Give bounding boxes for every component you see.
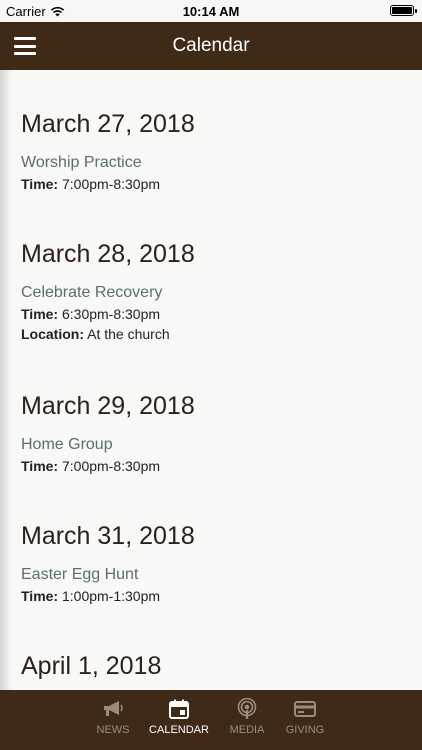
tab-label: CALENDAR: [149, 724, 209, 736]
status-time: 10:14 AM: [182, 4, 240, 19]
podcast-icon: [237, 698, 257, 719]
nav-bar: Calendar: [0, 22, 422, 70]
day-date: March 28, 2018: [21, 240, 195, 268]
event-title[interactable]: Worship Practice: [21, 154, 195, 172]
tab-bar: NEWS CALENDAR MEDIA GIVING: [0, 690, 422, 750]
event-time: Time: 7:00pm-8:30pm: [21, 458, 161, 474]
event-time: Time: 1:00pm-1:30pm: [21, 588, 161, 604]
tab-label: MEDIA: [229, 724, 265, 736]
event-title[interactable]: Home Group: [21, 436, 195, 454]
event-time: Time: 7:00pm-8:30pm: [21, 176, 161, 192]
calendar-list[interactable]: March 27, 2018 Worship Practice Time: 7:…: [0, 70, 422, 690]
event-title[interactable]: Easter Egg Hunt: [21, 566, 195, 584]
event-title[interactable]: Celebrate Recovery: [21, 284, 195, 302]
day-group: April 1, 2018: [21, 652, 161, 681]
day-group: March 29, 2018 Home Group Time: 7:00pm-8…: [21, 392, 195, 474]
day-date: March 31, 2018: [21, 522, 195, 550]
battery-icon: [390, 5, 417, 16]
tab-giving[interactable]: GIVING: [270, 698, 340, 736]
day-date: April 1, 2018: [21, 652, 162, 680]
calendar-icon: [169, 699, 189, 719]
day-group: March 31, 2018 Easter Egg Hunt Time: 1:0…: [21, 522, 195, 604]
status-bar: Carrier 10:14 AM: [0, 0, 422, 22]
credit-card-icon: [294, 701, 316, 717]
tab-calendar[interactable]: CALENDAR: [144, 698, 214, 736]
tab-label: NEWS: [96, 724, 130, 736]
tab-news[interactable]: NEWS: [78, 698, 148, 736]
event-location: Location: At the church: [21, 326, 170, 342]
day-group: March 28, 2018 Celebrate Recovery Time: …: [21, 240, 195, 342]
tab-label: GIVING: [285, 724, 325, 736]
day-group: March 27, 2018 Worship Practice Time: 7:…: [21, 110, 195, 192]
event-time: Time: 6:30pm-8:30pm: [21, 306, 161, 322]
day-date: March 29, 2018: [21, 392, 195, 420]
megaphone-icon: [104, 701, 123, 716]
page-title: Calendar: [172, 35, 250, 56]
day-date: March 27, 2018: [21, 110, 195, 138]
